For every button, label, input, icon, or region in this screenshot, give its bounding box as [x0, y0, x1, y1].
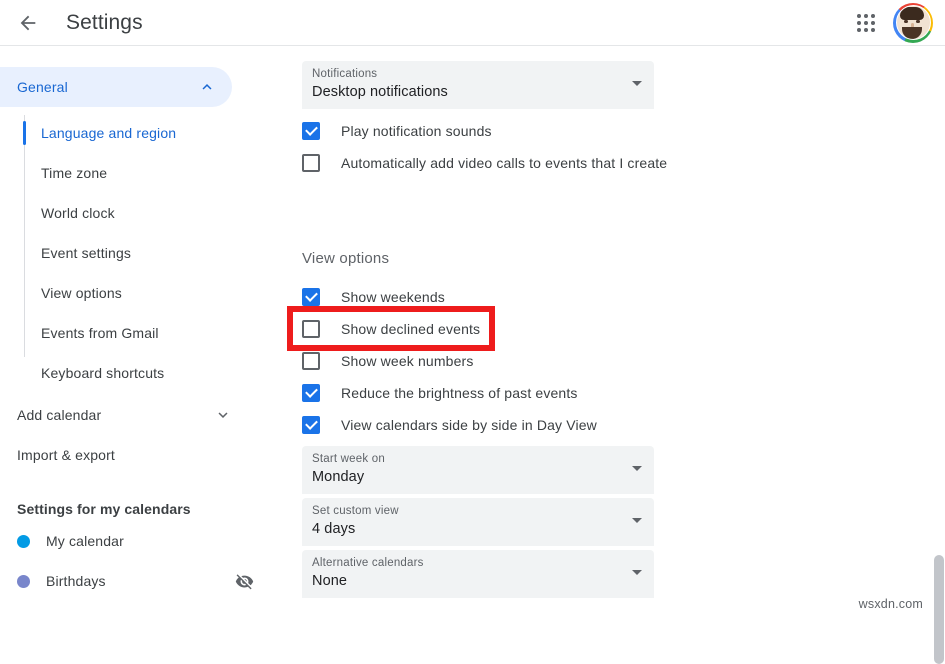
chevron-down-icon[interactable]	[632, 466, 642, 471]
checkbox-row-show-weekends[interactable]: Show weekends	[302, 284, 445, 310]
sidebar-item-label: View options	[41, 285, 122, 301]
sidebar-item-world-clock[interactable]: World clock	[0, 193, 270, 233]
calendar-color-dot	[17, 575, 30, 588]
field-value: Monday	[312, 467, 654, 488]
app-header: Settings	[0, 0, 945, 46]
sidebar-item-view-options[interactable]: View options	[0, 273, 270, 313]
checkbox-row-side-by-side-day-view[interactable]: View calendars side by side in Day View	[302, 412, 597, 438]
sidebar-item-general[interactable]: General	[0, 67, 232, 107]
notifications-select[interactable]: Notifications Desktop notifications	[302, 61, 654, 109]
apps-grid-icon[interactable]	[847, 4, 885, 42]
visibility-off-icon[interactable]	[235, 572, 254, 591]
checkbox-label: View calendars side by side in Day View	[341, 417, 597, 433]
alternative-calendars-select[interactable]: Alternative calendars None	[302, 550, 654, 598]
field-label: Alternative calendars	[312, 555, 654, 571]
arrow-left-icon	[17, 12, 39, 34]
field-label: Set custom view	[312, 503, 654, 519]
settings-content: Notifications Desktop notifications Play…	[271, 47, 931, 617]
sidebar-calendar-my-calendar[interactable]: My calendar	[0, 521, 270, 561]
sidebar-item-label: Time zone	[41, 165, 107, 181]
sidebar-item-label: Import & export	[17, 447, 115, 463]
chevron-down-icon[interactable]	[632, 518, 642, 523]
sidebar-item-events-from-gmail[interactable]: Events from Gmail	[0, 313, 270, 353]
checkbox-label: Automatically add video calls to events …	[341, 155, 667, 171]
field-label: Start week on	[312, 451, 654, 467]
sidebar-item-label: World clock	[41, 205, 115, 221]
checkbox-row-show-week-numbers[interactable]: Show week numbers	[302, 348, 474, 374]
sidebar-item-keyboard-shortcuts[interactable]: Keyboard shortcuts	[0, 353, 270, 393]
header-actions	[847, 3, 933, 43]
sidebar-subitems: Language and region Time zone World cloc…	[0, 113, 270, 393]
sidebar-item-label: Language and region	[41, 125, 176, 141]
checkbox-row-show-declined-events[interactable]: Show declined events	[302, 316, 480, 342]
checkbox-label: Play notification sounds	[341, 123, 492, 139]
chevron-down-icon[interactable]	[214, 406, 232, 424]
checkbox-reduce-brightness-of-past-events[interactable]	[302, 384, 320, 402]
scrollbar-thumb[interactable]	[934, 555, 944, 664]
checkbox-label: Show declined events	[341, 321, 480, 337]
calendar-color-dot	[17, 535, 30, 548]
back-button[interactable]	[8, 3, 48, 43]
checkbox-row-auto-add-video-calls[interactable]: Automatically add video calls to events …	[302, 150, 667, 176]
page-title: Settings	[66, 11, 143, 35]
sidebar-item-import-export[interactable]: Import & export	[0, 435, 270, 475]
sidebar-item-label: General	[17, 79, 68, 95]
set-custom-view-select[interactable]: Set custom view 4 days	[302, 498, 654, 546]
sidebar-item-label: Keyboard shortcuts	[41, 365, 164, 381]
settings-sidebar: General Language and region Time zone Wo…	[0, 47, 270, 617]
chevron-down-icon[interactable]	[632, 570, 642, 575]
sidebar-item-add-calendar[interactable]: Add calendar	[0, 395, 270, 435]
vertical-scrollbar[interactable]	[932, 47, 945, 617]
sidebar-item-time-zone[interactable]: Time zone	[0, 153, 270, 193]
checkbox-row-play-notification-sounds[interactable]: Play notification sounds	[302, 118, 492, 144]
checkbox-view-calendars-side-by-side[interactable]	[302, 416, 320, 434]
sidebar-item-label: Event settings	[41, 245, 131, 261]
sidebar-item-label: Add calendar	[17, 407, 101, 423]
sidebar-item-label: Events from Gmail	[41, 325, 159, 341]
avatar[interactable]	[893, 3, 933, 43]
calendar-label: My calendar	[46, 533, 124, 549]
field-value: 4 days	[312, 519, 654, 540]
my-calendars-heading: Settings for my calendars	[17, 501, 270, 517]
checkbox-show-weekends[interactable]	[302, 288, 320, 306]
checkbox-show-declined-events[interactable]	[302, 320, 320, 338]
calendar-label: Birthdays	[46, 573, 106, 589]
checkbox-label: Reduce the brightness of past events	[341, 385, 578, 401]
checkbox-show-week-numbers[interactable]	[302, 352, 320, 370]
sidebar-item-language-and-region[interactable]: Language and region	[0, 113, 270, 153]
checkbox-play-notification-sounds[interactable]	[302, 122, 320, 140]
checkbox-label: Show week numbers	[341, 353, 474, 369]
chevron-down-icon[interactable]	[632, 81, 642, 86]
checkbox-auto-add-video-calls[interactable]	[302, 154, 320, 172]
view-options-heading: View options	[302, 250, 389, 267]
sidebar-item-event-settings[interactable]: Event settings	[0, 233, 270, 273]
start-week-on-select[interactable]: Start week on Monday	[302, 446, 654, 494]
field-value: Desktop notifications	[312, 82, 654, 103]
field-label: Notifications	[312, 66, 654, 82]
sidebar-calendar-birthdays[interactable]: Birthdays	[0, 561, 270, 601]
avatar-image	[896, 5, 931, 40]
chevron-up-icon[interactable]	[198, 78, 216, 96]
watermark: wsxdn.com	[859, 597, 923, 611]
checkbox-row-reduce-brightness[interactable]: Reduce the brightness of past events	[302, 380, 578, 406]
checkbox-label: Show weekends	[341, 289, 445, 305]
field-value: None	[312, 571, 654, 592]
